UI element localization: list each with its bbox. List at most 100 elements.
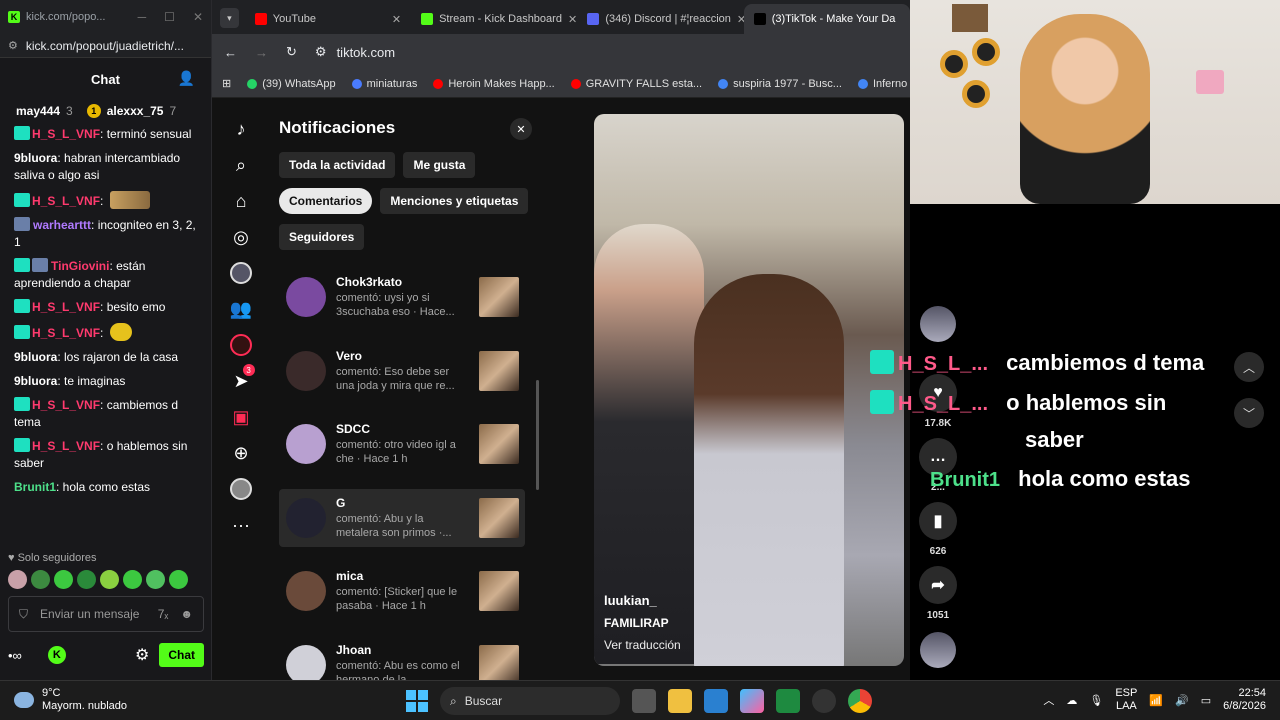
- activity-icon[interactable]: ▣: [232, 406, 249, 428]
- user-list-icon[interactable]: 👤: [178, 70, 195, 87]
- avatar[interactable]: [286, 644, 326, 685]
- microphone-icon[interactable]: 🎙: [1089, 694, 1103, 707]
- reload-icon[interactable]: ↻: [286, 44, 297, 60]
- avatar[interactable]: [286, 424, 326, 464]
- bookmark-item[interactable]: GRAVITY FALLS esta...: [570, 78, 702, 90]
- translate-link[interactable]: Ver traducción: [604, 638, 681, 652]
- filter-chip[interactable]: Comentarios: [279, 188, 373, 214]
- messages-icon[interactable]: ➤ 3: [233, 364, 255, 392]
- onedrive-icon[interactable]: ☁: [1066, 694, 1077, 707]
- apps-icon[interactable]: ⊞: [222, 77, 231, 90]
- weather-widget[interactable]: 9°C Mayorm. nublado: [14, 687, 127, 713]
- emote-icon[interactable]: [123, 570, 142, 589]
- save-action[interactable]: ▮ 626: [918, 502, 958, 557]
- notification-user[interactable]: Vero: [336, 349, 464, 363]
- site-settings-icon[interactable]: ⚙: [8, 39, 18, 52]
- gear-icon[interactable]: ⚙: [135, 645, 149, 665]
- chat-username[interactable]: 9bluora: [14, 151, 57, 165]
- windows-start-icon[interactable]: [406, 690, 428, 712]
- emote-icon[interactable]: [31, 570, 50, 589]
- notification-user[interactable]: SDCC: [336, 422, 464, 436]
- close-tab-icon[interactable]: ✕: [568, 13, 577, 26]
- task-view-icon[interactable]: [632, 689, 656, 713]
- video-thumbnail[interactable]: [479, 277, 519, 317]
- language-indicator[interactable]: ESP LAA: [1115, 687, 1137, 713]
- chat-input[interactable]: ⛉ Enviar un mensaje 7ₓ ☻: [8, 596, 204, 632]
- battery-icon[interactable]: ▭: [1201, 694, 1211, 707]
- chevron-down-icon[interactable]: ﹀: [1234, 398, 1264, 428]
- clock[interactable]: 22:54 6/8/2026: [1223, 687, 1266, 713]
- taskbar-search[interactable]: ⌕ Buscar: [440, 687, 620, 715]
- kick-logo-icon[interactable]: K: [47, 646, 66, 664]
- browser-tab[interactable]: (346) Discord | #¦reaccion ✕: [577, 4, 744, 34]
- chat-username[interactable]: H_S_L_VNF: [32, 326, 100, 340]
- home-icon[interactable]: ⌂: [236, 190, 247, 212]
- bookmark-item[interactable]: suspiria 1977 - Busc...: [718, 78, 842, 90]
- video-username[interactable]: luukian_: [604, 593, 681, 608]
- close-tab-icon[interactable]: ✕: [737, 13, 744, 26]
- filter-chip[interactable]: Seguidores: [279, 224, 365, 250]
- address-bar[interactable]: ⚙ tiktok.com: [315, 44, 395, 60]
- kick-url-bar[interactable]: ⚙ kick.com/popout/juadietrich/...: [0, 34, 211, 58]
- notification-user[interactable]: G: [336, 496, 464, 510]
- forward-icon[interactable]: →: [255, 45, 268, 60]
- emote-icon[interactable]: [8, 570, 27, 589]
- emote-icon[interactable]: [54, 570, 73, 589]
- filter-chip[interactable]: Menciones y etiquetas: [380, 188, 529, 214]
- video-thumbnail[interactable]: [479, 644, 519, 685]
- maximize-icon[interactable]: ☐: [164, 10, 175, 24]
- profile-avatar-icon[interactable]: [230, 478, 252, 500]
- notification-user[interactable]: mica: [336, 569, 464, 583]
- store-icon[interactable]: [704, 689, 728, 713]
- browser-tab[interactable]: Stream - Kick Dashboard ✕: [411, 4, 577, 34]
- bookmark-item[interactable]: Heroin Makes Happ...: [433, 78, 555, 90]
- emote-icon[interactable]: [77, 570, 96, 589]
- music-disc[interactable]: [918, 632, 958, 668]
- translate-icon[interactable]: 7ₓ: [158, 607, 169, 621]
- emoji-icon[interactable]: ☻: [180, 607, 193, 621]
- chat-username[interactable]: Brunit1: [14, 480, 56, 494]
- notification-item[interactable]: Gcomentó: Abu y la metalera son primos ·…: [279, 488, 525, 547]
- emote-icon[interactable]: [100, 570, 119, 589]
- file-explorer-icon[interactable]: [668, 689, 692, 713]
- explore-icon[interactable]: ◎: [233, 226, 249, 248]
- chat-username[interactable]: H_S_L_VNF: [32, 194, 100, 208]
- upload-icon[interactable]: ⊕: [233, 442, 248, 464]
- notification-user[interactable]: Jhoan: [336, 643, 464, 657]
- site-info-icon[interactable]: ⚙: [315, 44, 327, 60]
- infinity-icon[interactable]: •∞: [8, 648, 22, 663]
- video-thumbnail[interactable]: [479, 497, 519, 538]
- notification-item[interactable]: Vero comentó: Eso debe ser una joda y mir…: [279, 342, 525, 400]
- chat-username[interactable]: 9bluora: [14, 374, 57, 388]
- chevron-up-icon[interactable]: ︿: [1043, 692, 1054, 708]
- more-icon[interactable]: ···: [232, 514, 250, 536]
- copilot-icon[interactable]: [740, 689, 764, 713]
- filter-chip[interactable]: Toda la actividad: [279, 152, 396, 178]
- chrome-icon[interactable]: [848, 689, 872, 713]
- avatar[interactable]: [286, 497, 326, 538]
- obs-icon[interactable]: [812, 689, 836, 713]
- avatar[interactable]: [286, 571, 326, 611]
- chat-username[interactable]: warhearttt: [33, 218, 91, 232]
- chat-username[interactable]: H_S_L_VNF: [32, 300, 100, 314]
- notification-item[interactable]: SDCC comentó: otro video igl a che · Hace…: [279, 415, 525, 473]
- chat-username[interactable]: H_S_L_VNF: [32, 127, 100, 141]
- bookmark-item[interactable]: Inferno 1980 - B: [857, 78, 910, 90]
- chat-username[interactable]: TinGiovini: [51, 259, 109, 273]
- avatar[interactable]: [286, 350, 326, 391]
- live-icon[interactable]: [230, 334, 252, 356]
- excel-icon[interactable]: [776, 689, 800, 713]
- close-icon[interactable]: ✕: [193, 10, 203, 24]
- chat-username[interactable]: 9bluora: [14, 350, 57, 364]
- video-thumbnail[interactable]: [479, 571, 519, 611]
- chat-send-button[interactable]: Chat: [159, 643, 204, 667]
- browser-tab[interactable]: (3)TikTok - Make Your Da: [743, 4, 910, 34]
- wifi-icon[interactable]: 📶: [1149, 694, 1163, 707]
- close-panel-button[interactable]: ✕: [510, 118, 532, 140]
- emote-icon[interactable]: [169, 570, 188, 589]
- notification-item[interactable]: Chok3rkato comentó: uysi yo si 3scuchaba …: [279, 268, 525, 326]
- search-icon[interactable]: ⌕: [236, 154, 246, 176]
- close-tab-icon[interactable]: ✕: [392, 13, 401, 26]
- minimize-icon[interactable]: ─: [138, 10, 147, 24]
- creator-avatar[interactable]: [918, 306, 958, 342]
